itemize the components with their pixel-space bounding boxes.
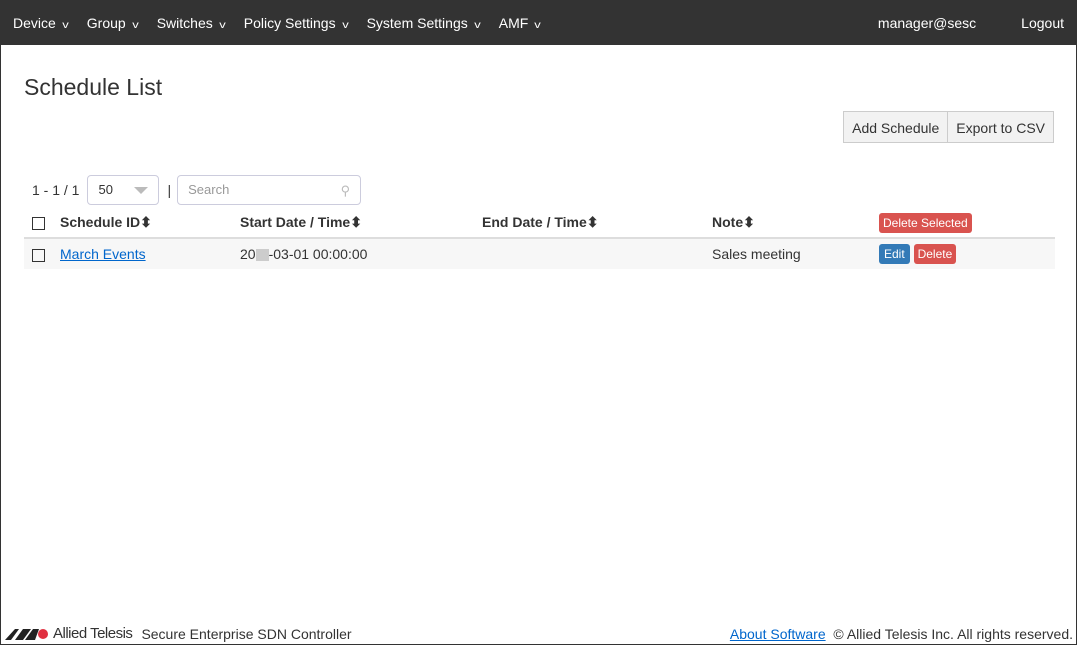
add-schedule-button[interactable]: Add Schedule <box>843 111 949 143</box>
nav-system-settings[interactable]: System Settings v <box>367 15 481 31</box>
search-input[interactable]: Search ⚲ <box>177 175 362 205</box>
user-menu[interactable]: manager@sesc <box>878 15 976 31</box>
page-range: 1 - 1 / 1 <box>32 182 80 198</box>
nav-amf[interactable]: AMF v <box>499 15 541 31</box>
nav-policy-settings[interactable]: Policy Settings v <box>244 15 349 31</box>
nav-switches[interactable]: Switches v <box>157 15 226 31</box>
row-checkbox[interactable] <box>32 248 45 262</box>
col-start[interactable]: Start Date / Time⬍ <box>240 208 482 239</box>
about-software-link[interactable]: About Software <box>730 626 826 642</box>
sort-icon: ⬍ <box>350 214 362 230</box>
caret-down-icon <box>134 187 149 194</box>
logout-link[interactable]: Logout <box>1021 15 1064 31</box>
chevron-down-icon: v <box>341 20 349 31</box>
search-icon: ⚲ <box>340 183 351 198</box>
edit-button[interactable]: Edit <box>879 244 910 264</box>
col-schedule-id[interactable]: Schedule ID⬍ <box>60 208 240 239</box>
top-nav: Device v Group v Switches v Policy Settings… <box>1 1 1076 45</box>
product-name: Secure Enterprise SDN Controller <box>141 625 352 642</box>
separator: | <box>167 182 172 198</box>
schedule-link[interactable]: March Events <box>60 246 146 262</box>
per-page-select[interactable]: 50 <box>87 175 160 205</box>
select-all-checkbox[interactable] <box>32 217 45 231</box>
chevron-down-icon: v <box>219 20 226 31</box>
table-row: March Events 20 -03-01 00:00:00 Sales mee… <box>24 238 1055 269</box>
page-title: Schedule List <box>24 74 163 100</box>
delete-button[interactable]: Delete <box>913 244 957 264</box>
chevron-down-icon: v <box>534 20 542 31</box>
schedule-table: Schedule ID⬍ Start Date / Time⬍ End Date… <box>24 208 1055 269</box>
sort-icon: ⬍ <box>140 214 152 230</box>
nav-device[interactable]: Device v <box>13 15 69 31</box>
copyright: © Allied Telesis Inc. All rights reserve… <box>833 625 1073 642</box>
logo-text: Allied Telesis <box>53 625 133 642</box>
col-end[interactable]: End Date / Time⬍ <box>482 208 712 239</box>
nav-group[interactable]: Group v <box>87 15 139 31</box>
allied-telesis-logo-icon <box>5 628 48 640</box>
chevron-down-icon: v <box>131 20 139 31</box>
sort-icon: ⬍ <box>586 214 599 230</box>
delete-selected-button[interactable]: Delete Selected <box>879 212 972 233</box>
redacted-block <box>255 249 269 262</box>
sort-icon: ⬍ <box>743 214 755 230</box>
chevron-down-icon: v <box>62 20 69 31</box>
col-note[interactable]: Note⬍ <box>712 208 879 239</box>
export-csv-button[interactable]: Export to CSV <box>948 111 1054 143</box>
chevron-down-icon: v <box>473 20 481 31</box>
